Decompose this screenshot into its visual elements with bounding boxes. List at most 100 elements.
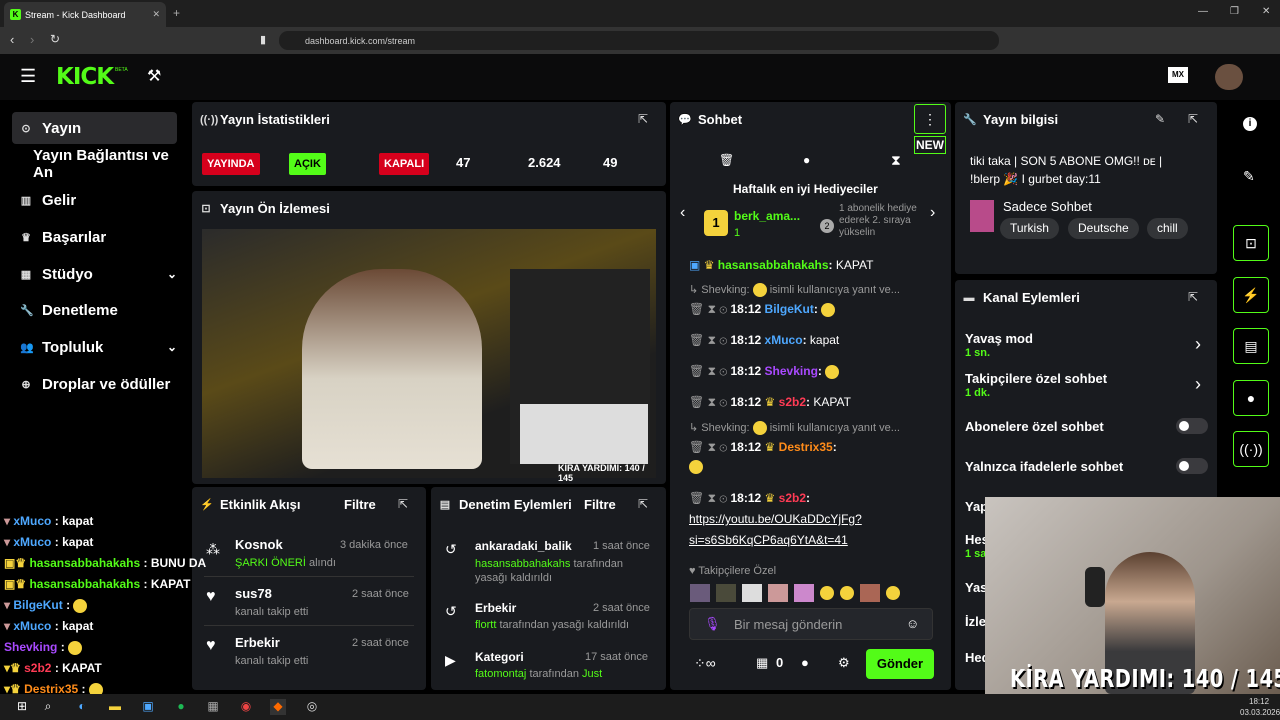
kick-logo[interactable]: KICK — [56, 64, 114, 90]
file-explorer-icon[interactable]: ▬ — [107, 699, 123, 715]
mic-icon[interactable]: 🎙 — [704, 616, 721, 632]
stream-preview-video[interactable]: KİRA YARDIMI: 140 / 145 — [202, 229, 656, 483]
activity-filter-button[interactable]: Filtre — [344, 497, 376, 512]
popout-icon[interactable]: ⇱ — [638, 112, 648, 126]
category-name[interactable]: Sadece Sohbet — [1003, 199, 1092, 214]
chat-username[interactable]: Destrix35 — [779, 440, 833, 454]
chat-link[interactable]: si=s6Sb6KqCP6aq6YtA&t=41 — [689, 533, 848, 547]
kick-header — [0, 54, 1280, 100]
new-badge: NEW — [914, 136, 946, 154]
chevron-right-icon[interactable]: › — [1195, 334, 1201, 355]
forward-icon[interactable]: › — [30, 32, 34, 47]
chat-icon[interactable]: ● — [1233, 380, 1269, 416]
kick-mod-icon[interactable]: MX — [1168, 67, 1188, 83]
infinity-icon[interactable]: ⁘∞ — [694, 655, 716, 672]
sidebar-item-studyo[interactable]: ▦ Stüdyo ⌄ — [12, 258, 177, 290]
chat-username[interactable]: BilgeKut — [765, 302, 814, 316]
edit-icon[interactable]: ✎ — [1155, 112, 1165, 126]
emote-icon[interactable] — [690, 584, 710, 602]
chat-username[interactable]: xMuco — [765, 333, 803, 347]
emote-icon[interactable] — [860, 584, 880, 602]
kick-favicon-icon: K — [10, 9, 21, 20]
emoji-icon[interactable]: ☺ — [906, 616, 919, 631]
chevron-right-icon[interactable]: › — [1195, 374, 1201, 395]
preview-icon[interactable]: ⊡ — [1233, 225, 1269, 261]
tag-turkish[interactable]: Turkish — [1000, 218, 1059, 239]
bookmark-icon[interactable]: ▮ — [260, 33, 266, 46]
search-icon[interactable]: ⌕ — [40, 699, 56, 715]
sidebar-item-gelir[interactable]: ▥ Gelir — [12, 184, 177, 216]
trash-icon[interactable]: 🗑 — [719, 153, 734, 167]
sidebar-item-stream-connection[interactable]: Yayın Bağlantısı ve An — [12, 147, 177, 181]
gear-icon[interactable]: ⚙ — [838, 655, 850, 671]
sidebar-item-yayin[interactable]: ⊙ Yayın — [12, 112, 177, 144]
info-icon[interactable]: i — [1243, 117, 1257, 131]
emote-icon[interactable] — [716, 584, 736, 602]
stat-value-1: 47 — [456, 155, 471, 170]
popout-icon[interactable]: ⇱ — [1188, 290, 1198, 304]
avatar[interactable] — [1215, 64, 1243, 90]
document-icon[interactable]: ▤ — [1233, 328, 1269, 364]
sidebar: ⊙ Yayın Yayın Bağlantısı ve An ▥ Gelir ♛ Ba… — [0, 100, 190, 508]
chat-input[interactable]: 🎙 Bir mesaj gönderin ☺ — [689, 608, 933, 640]
moderator-name: fatomontaj — [475, 668, 527, 680]
chat-username[interactable]: s2b2 — [779, 395, 806, 409]
emote-icon[interactable] — [794, 584, 814, 602]
sidebar-item-denetleme[interactable]: 🔧 Denetleme — [12, 294, 177, 326]
emote-chat-toggle[interactable] — [1176, 458, 1208, 474]
edge-icon[interactable]: ◐ — [74, 699, 90, 715]
emote-icon[interactable] — [840, 586, 854, 600]
maximize-icon[interactable]: ❐ — [1230, 6, 1239, 17]
browser-tab[interactable]: K Stream - Kick Dashboard ✕ — [4, 2, 166, 27]
store-icon[interactable]: ▦ — [756, 655, 768, 671]
obs-icon[interactable]: ◎ — [304, 699, 320, 715]
send-button[interactable]: Gönder — [866, 649, 934, 679]
sidebar-item-basarilar[interactable]: ♛ Başarılar — [12, 221, 177, 253]
spotify-icon[interactable]: ● — [173, 699, 189, 715]
chat-bubble-icon[interactable]: ● — [801, 655, 809, 670]
minimize-icon[interactable]: — — [1198, 6, 1208, 17]
back-icon[interactable]: ‹ — [10, 32, 14, 47]
popout-icon[interactable]: ⇱ — [638, 497, 648, 511]
emote-icon[interactable] — [768, 584, 788, 602]
chat-bubble-icon[interactable]: ● — [803, 153, 810, 167]
emote-icon[interactable] — [742, 584, 762, 602]
calculator-icon[interactable]: ▦ — [205, 699, 221, 715]
new-tab-icon[interactable]: + — [173, 6, 180, 20]
pencil-icon[interactable]: ✎ — [1243, 168, 1255, 185]
reload-icon[interactable]: ↻ — [50, 32, 60, 46]
hourglass-icon[interactable]: ⧗ — [891, 152, 901, 169]
chrome-icon[interactable]: ◉ — [238, 699, 254, 715]
windows-start-icon[interactable]: ⊞ — [14, 699, 30, 715]
tag-deutsche[interactable]: Deutsche — [1068, 218, 1139, 239]
chat-username[interactable]: hasansabbahakahs — [718, 258, 829, 272]
chat-menu-icon[interactable]: ⋮ — [914, 104, 946, 134]
popout-icon[interactable]: ⇱ — [398, 497, 408, 511]
app-icon[interactable]: ▣ — [140, 699, 156, 715]
emote-icon[interactable] — [820, 586, 834, 600]
close-tab-icon[interactable]: ✕ — [152, 9, 160, 20]
chat-username[interactable]: s2b2 — [779, 491, 806, 505]
brave-icon[interactable]: ◆ — [270, 699, 286, 715]
popout-icon[interactable]: ⇱ — [1188, 112, 1198, 126]
emote-icon[interactable] — [886, 586, 900, 600]
chat-link[interactable]: https://youtu.be/OUKaDDcYjFg? — [689, 512, 862, 526]
bolt-icon[interactable]: ⚡ — [1233, 277, 1269, 313]
window-close-icon[interactable]: ✕ — [1262, 6, 1270, 17]
sidebar-item-droplar[interactable]: ⊕ Droplar ve ödüller — [12, 368, 177, 400]
broadcast-icon[interactable]: ((·)) — [1233, 431, 1269, 467]
taskbar — [0, 694, 1280, 720]
menu-icon[interactable]: ☰ — [20, 66, 36, 87]
sidebar-item-topluluk[interactable]: 👥 Topluluk ⌄ — [12, 331, 177, 363]
chat-username[interactable]: Shevking — [765, 364, 818, 378]
reply-text: isimli kullanıcıya yanıt ve... — [769, 422, 900, 434]
tag-chill[interactable]: chill — [1147, 218, 1188, 239]
chevron-right-icon[interactable]: › — [930, 204, 935, 222]
moderation-filter-button[interactable]: Filtre — [584, 497, 616, 512]
chevron-left-icon[interactable]: ‹ — [680, 204, 685, 222]
url-field[interactable]: dashboard.kick.com/stream — [279, 31, 999, 50]
hammer-icon[interactable]: ⚒ — [147, 66, 161, 86]
top-gifter-name[interactable]: berk_ama... — [734, 209, 800, 223]
subs-chat-toggle[interactable] — [1176, 418, 1208, 434]
sidebar-item-label: Gelir — [42, 191, 77, 209]
